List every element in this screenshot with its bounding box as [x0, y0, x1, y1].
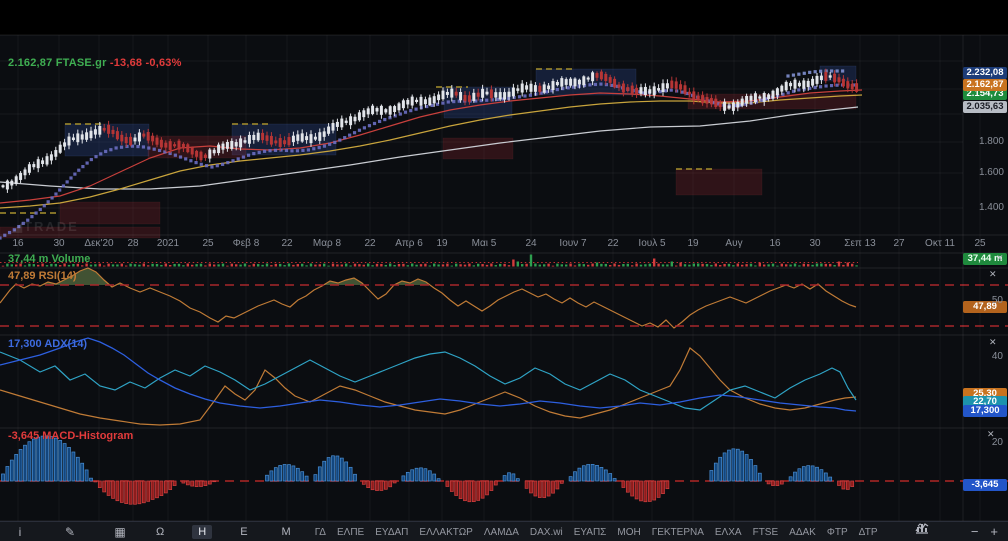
ticker-item-ΕΥΔΑΠ[interactable]: ΕΥΔΑΠ [375, 527, 408, 538]
table-icon[interactable]: ▦ [112, 525, 128, 539]
ticker-item-ΛΑΜΔΑ[interactable]: ΛΑΜΔΑ [484, 527, 519, 538]
interval-button-Η[interactable]: Η [192, 525, 212, 539]
adx-indicator-name: ADX(14) [44, 338, 87, 350]
close-volume-pane-button[interactable]: ✕ [996, 254, 1004, 263]
price-axis-label: 1.800 [979, 136, 1004, 147]
time-axis-label: Αυγ [725, 238, 742, 249]
price-change-percent: -0,63% [146, 57, 182, 69]
time-axis-label: 22 [607, 238, 618, 249]
price-axis-label: 1.600 [979, 167, 1004, 178]
time-axis-label: 16 [769, 238, 780, 249]
info-icon[interactable]: i [12, 525, 28, 539]
time-axis-label: Σεπ 13 [844, 238, 875, 249]
macd-pane-label: -3,645 MACD-Histogram [8, 430, 133, 442]
toolbar-right-group: − + [915, 522, 998, 541]
adx-pane-label: 17,300 ADX(14) [8, 338, 87, 350]
price-axis-label: 1.400 [979, 202, 1004, 213]
close-macd-pane-button[interactable]: ✕ [987, 430, 995, 439]
ticker-item-ΕΛΛΑΚΤΩΡ[interactable]: ΕΛΛΑΚΤΩΡ [419, 527, 472, 538]
symbol-name: FTASE.gr [56, 57, 107, 69]
time-axis-label: Μαι 5 [472, 238, 497, 249]
last-price: 2.162,87 [8, 57, 52, 69]
price-change: -13,68 [110, 57, 142, 69]
rsi-scale-label: 50 [992, 295, 1003, 306]
time-axis-label: 30 [809, 238, 820, 249]
ticker-item-ΑΔΑΚ[interactable]: ΑΔΑΚ [789, 527, 816, 538]
close-rsi-pane-button[interactable]: ✕ [989, 270, 997, 279]
volume-pane-label: 37,44 m Volume [8, 253, 90, 265]
volume-value: 37,44 m [8, 253, 48, 265]
ticker-item-FTSE[interactable]: FTSE [753, 527, 779, 538]
time-axis-label: 25 [202, 238, 213, 249]
adx-scale-label: 40 [992, 351, 1003, 362]
ticker-item-ΜΟΗ[interactable]: ΜΟΗ [617, 527, 640, 538]
price-level-badge: 2.232,08 [963, 67, 1007, 79]
time-axis-label: 24 [525, 238, 536, 249]
time-axis-label: 2021 [157, 238, 179, 249]
rsi-value: 47,89 [8, 270, 36, 282]
time-axis-label: 27 [893, 238, 904, 249]
zoom-in-button[interactable]: + [990, 523, 998, 541]
chart-application: 2.162,87 FTASE.gr -13,68 -0,63% ◢TRADE 3… [0, 0, 1008, 541]
symbol-legend: 2.162,87 FTASE.gr -13,68 -0,63% [8, 57, 182, 69]
time-axis-label: 22 [281, 238, 292, 249]
macd-value: -3,645 [8, 430, 39, 442]
time-axis-label: Οκτ 11 [925, 238, 955, 249]
close-adx-pane-button[interactable]: ✕ [989, 338, 997, 347]
ticker-item-ΓΔ[interactable]: ΓΔ [315, 527, 326, 538]
time-axis-label: 28 [127, 238, 138, 249]
price-level-badge: 2.162,87 [963, 79, 1007, 91]
chart-canvas[interactable] [0, 0, 1008, 541]
ticker-item-ΕΛΠΕ[interactable]: ΕΛΠΕ [337, 527, 364, 538]
time-axis-label: Μαρ 8 [313, 238, 341, 249]
adx-value: 17,300 [8, 338, 42, 350]
time-axis-label: Ιουλ 5 [638, 238, 665, 249]
time-axis-label: Απρ 6 [395, 238, 423, 249]
pencil-icon[interactable]: ✎ [62, 525, 78, 539]
macd-value-badge: -3,645 [963, 479, 1007, 491]
time-axis-label: 19 [436, 238, 447, 249]
time-axis-label: Ιουν 7 [559, 238, 586, 249]
watermark-logo-icon: ◢ [12, 219, 24, 234]
ticker-item-ΕΥΑΠΣ[interactable]: ΕΥΑΠΣ [574, 527, 607, 538]
ticker-item-ΦΤΡ[interactable]: ΦΤΡ [827, 527, 848, 538]
interval-button-Ω[interactable]: Ω [150, 525, 170, 539]
interval-button-Μ[interactable]: Μ [276, 525, 297, 539]
time-axis-label: 16 [12, 238, 23, 249]
ticker-item-ΕΛΧΑ[interactable]: ΕΛΧΑ [715, 527, 742, 538]
time-axis-label: 30 [53, 238, 64, 249]
time-axis-label: 19 [687, 238, 698, 249]
bottom-toolbar: i ✎ ▦ Ω Η Ε Μ ΓΔ ΕΛΠΕ ΕΥΔΑΠ ΕΛΛΑΚΤΩΡ ΛΑΜΔΑ DAX.wi ΕΥΑ… [0, 521, 1008, 541]
rsi-pane-label: 47,89 RSI(14) [8, 270, 77, 282]
macd-indicator-name: MACD-Histogram [42, 430, 133, 442]
time-axis-label: Δεκ'20 [84, 238, 113, 249]
platform-watermark: ◢TRADE [12, 219, 79, 235]
ticker-item-ΔΤΡ[interactable]: ΔΤΡ [859, 527, 878, 538]
ticker-item-ΓΕΚΤΕΡΝΑ[interactable]: ΓΕΚΤΕΡΝΑ [652, 527, 704, 538]
price-level-badge: 2.035,63 [963, 101, 1007, 113]
volume-indicator-name: Volume [51, 253, 90, 265]
ticker-item-DAX.wi[interactable]: DAX.wi [530, 527, 563, 538]
interval-button-Ε[interactable]: Ε [234, 525, 253, 539]
time-axis-label: Φεβ 8 [233, 238, 260, 249]
rsi-indicator-name: RSI(14) [39, 270, 77, 282]
adx-value-badge: 17,300 [963, 405, 1007, 417]
time-axis-label: 22 [364, 238, 375, 249]
time-axis-label: 25 [974, 238, 985, 249]
zoom-out-button[interactable]: − [971, 523, 979, 541]
